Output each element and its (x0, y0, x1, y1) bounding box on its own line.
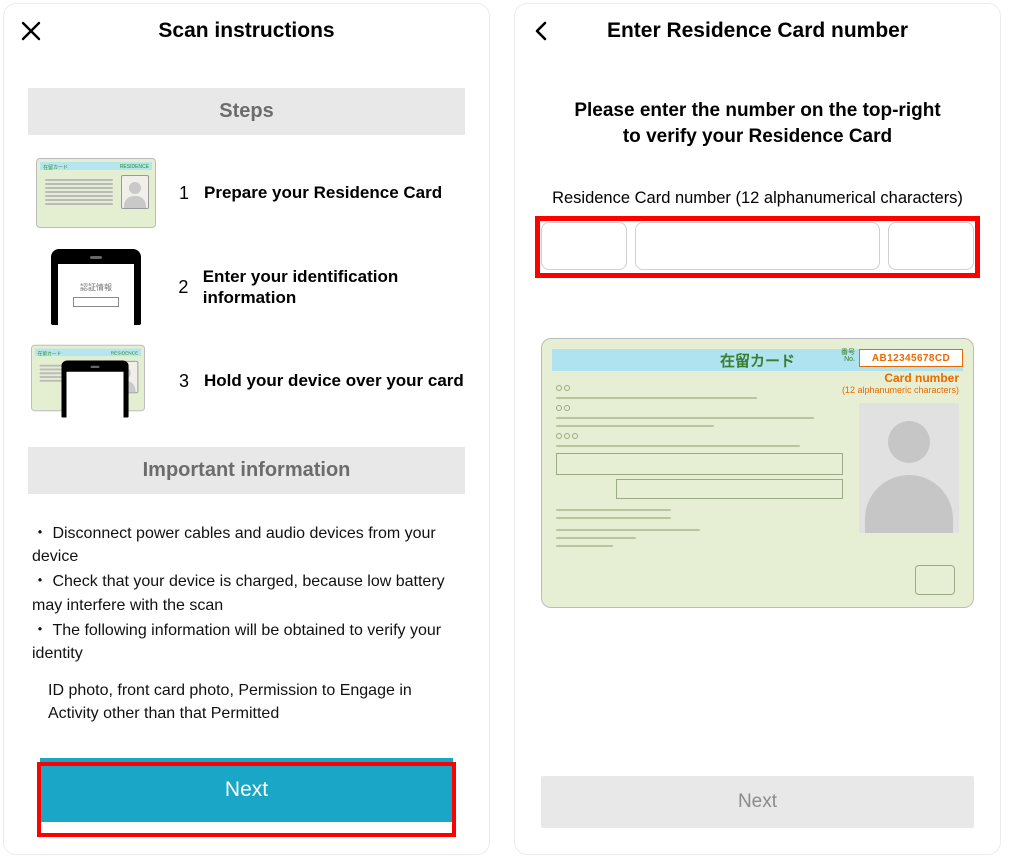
close-button[interactable] (18, 18, 44, 44)
step-text: Enter your identification information (203, 266, 465, 309)
important-header: Important information (28, 447, 465, 494)
screen-scan-instructions: Scan instructions Steps 在留カード RESIDENCE … (4, 4, 489, 854)
step-number: 1 (178, 183, 190, 204)
sample-card-number: AB12345678CD (859, 349, 963, 367)
phone-icon: 認証情報 (51, 249, 141, 325)
screen-enter-card-number: Enter Residence Card number Please enter… (515, 4, 1000, 854)
steps-list: 在留カード RESIDENCE 1 Prepare your Residence… (4, 157, 489, 417)
step-number: 3 (178, 371, 190, 392)
step-row: 在留カード RESIDENCE 1 Prepare your Residence… (28, 157, 465, 229)
back-button[interactable] (529, 18, 555, 44)
step-text: Hold your device over your card (204, 370, 464, 391)
card-number-sublabel: (12 alphanumeric characters) (842, 385, 959, 395)
sample-card-wrap: 在留カード 番号No. AB12345678CD Card number (12… (541, 338, 974, 608)
header: Scan instructions (4, 4, 489, 58)
sample-text-lines (556, 379, 843, 553)
page-title: Enter Residence Card number (607, 19, 908, 43)
sample-photo-placeholder (859, 403, 959, 533)
card-number-segment-2[interactable] (635, 222, 880, 270)
important-bullet: ・ Disconnect power cables and audio devi… (32, 522, 461, 568)
sample-residence-card: 在留カード 番号No. AB12345678CD Card number (12… (541, 338, 974, 608)
close-icon (20, 20, 42, 42)
phone-screen-label: 認証情報 (80, 282, 112, 293)
step-text: Prepare your Residence Card (204, 182, 442, 203)
next-button-disabled[interactable]: Next (541, 776, 974, 828)
next-button-label: Next (225, 778, 268, 802)
header: Enter Residence Card number (515, 4, 1000, 58)
step-row: 在留カード RESIDENCE 3 Hold your device over … (28, 345, 465, 417)
sample-number-kanji: 番号No. (841, 349, 855, 363)
step-3-illustration: 在留カード RESIDENCE (28, 345, 164, 417)
card-number-input-row (515, 222, 1000, 270)
bottom-bar: Next (515, 776, 1000, 854)
residence-card-icon: 在留カード RESIDENCE (36, 158, 156, 228)
step-row: 認証情報 2 Enter your identification informa… (28, 251, 465, 323)
obtained-info-text: ID photo, front card photo, Permission t… (32, 679, 461, 725)
important-information-body: ・ Disconnect power cables and audio devi… (4, 516, 489, 726)
card-number-segment-3[interactable] (888, 222, 974, 270)
next-button[interactable]: Next (40, 758, 453, 822)
step-1-illustration: 在留カード RESIDENCE (28, 157, 164, 229)
important-bullet: ・ The following information will be obta… (32, 619, 461, 665)
steps-header: Steps (28, 88, 465, 135)
bottom-bar: Next (4, 750, 489, 854)
card-number-label: Card number (884, 371, 959, 385)
field-label: Residence Card number (12 alphanumerical… (515, 189, 1000, 208)
card-number-segment-1[interactable] (541, 222, 627, 270)
card-phone-icon: 在留カード RESIDENCE (28, 343, 164, 419)
page-title: Scan instructions (158, 19, 334, 43)
instruction-text: Please enter the number on the top-right… (515, 58, 1000, 149)
sample-chip-icon (915, 565, 955, 595)
important-bullet: ・ Check that your device is charged, bec… (32, 570, 461, 616)
step-number: 2 (178, 277, 189, 298)
next-button-label: Next (738, 791, 777, 813)
step-2-illustration: 認証情報 (28, 251, 164, 323)
chevron-left-icon (531, 20, 553, 42)
